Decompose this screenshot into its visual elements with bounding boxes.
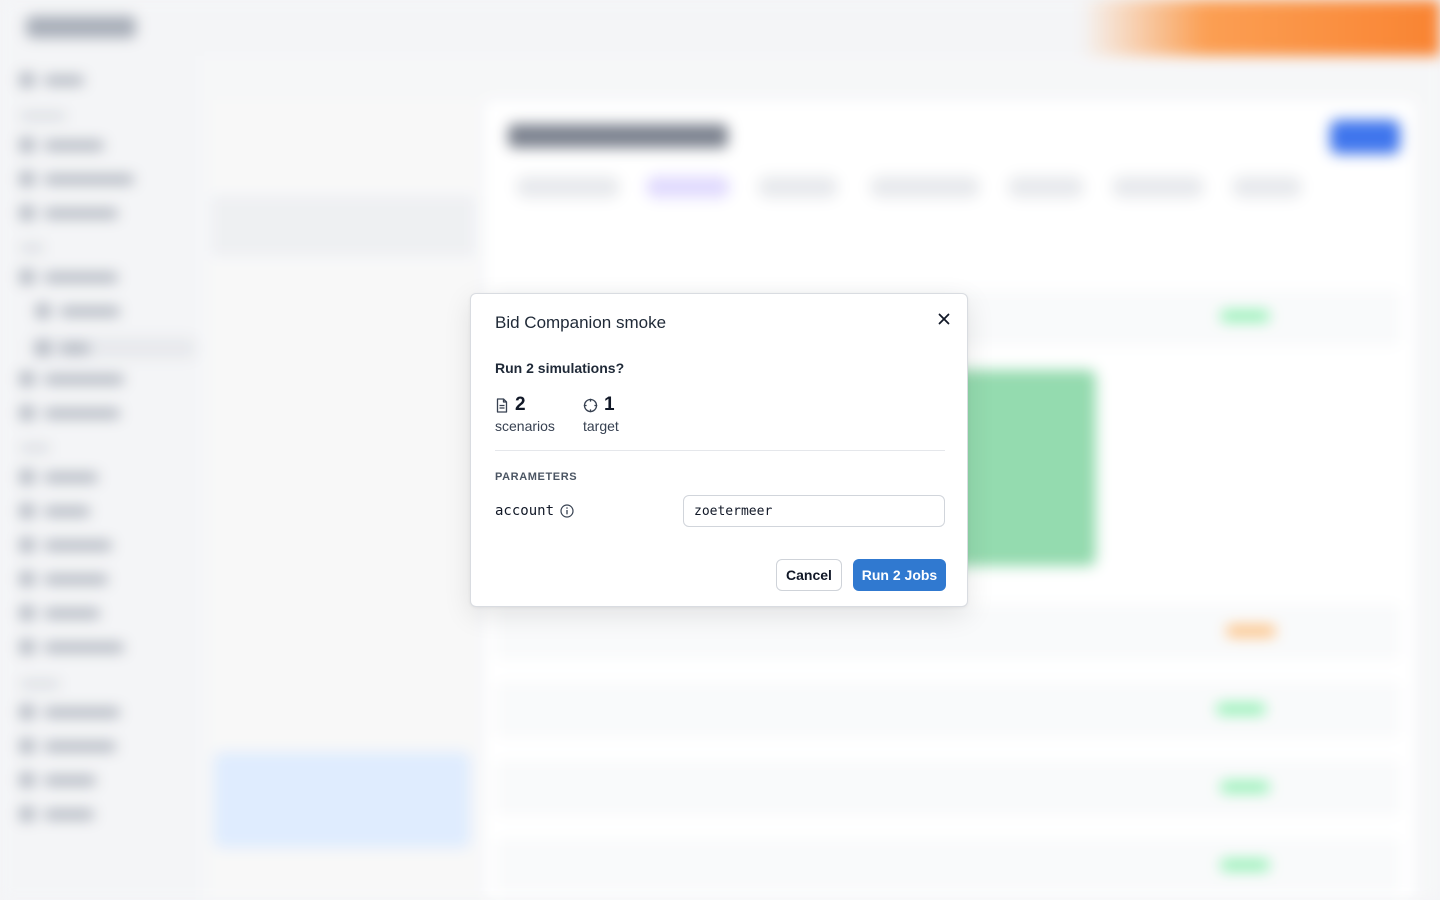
divider [495, 450, 945, 451]
target-icon [583, 398, 598, 412]
account-input[interactable] [683, 495, 945, 527]
close-button[interactable] [933, 308, 955, 330]
close-icon [938, 313, 950, 325]
parameter-name: account [495, 503, 555, 519]
document-icon [496, 397, 508, 413]
run-simulations-dialog: Bid Companion smoke Run 2 simulations? 2… [470, 293, 968, 607]
stat-label: target [583, 418, 619, 434]
stat-value: 1 [604, 394, 615, 415]
stat-value: 2 [515, 394, 526, 415]
cancel-button[interactable]: Cancel [776, 559, 842, 591]
dialog-title: Bid Companion smoke [495, 313, 667, 332]
stat-scenarios: 2 scenarios [495, 394, 555, 434]
parameters-heading: PARAMETERS [495, 471, 578, 483]
parameter-label: account [495, 503, 574, 519]
stat-target: 1 target [583, 394, 619, 434]
info-icon[interactable] [560, 504, 574, 518]
dialog-question: Run 2 simulations? [495, 360, 625, 376]
run-jobs-button[interactable]: Run 2 Jobs [853, 559, 946, 591]
stat-label: scenarios [495, 418, 555, 434]
